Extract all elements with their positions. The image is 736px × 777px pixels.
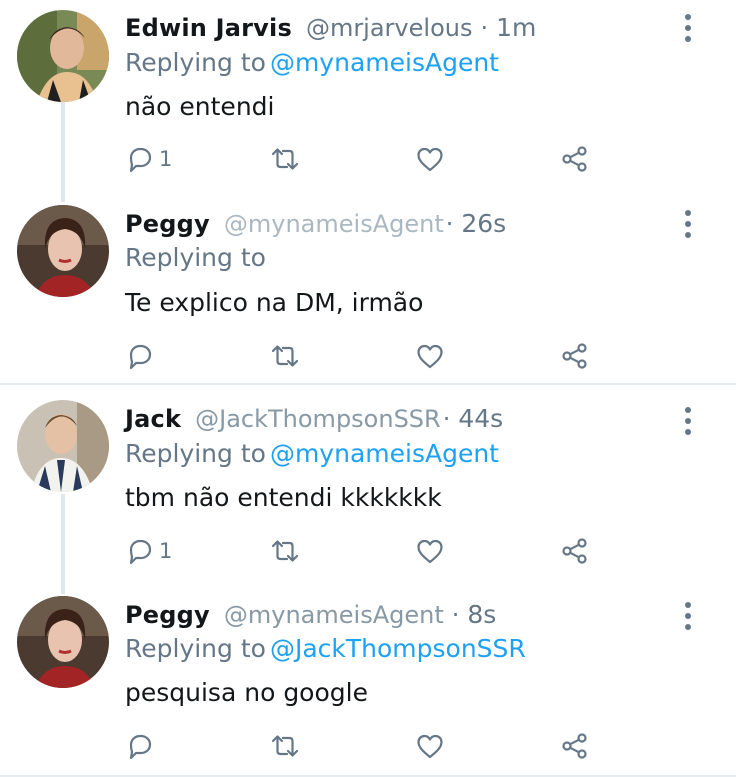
retweet-icon [271,735,299,757]
replying-to: Replying to [125,243,270,273]
share-button[interactable] [560,339,590,373]
timestamp[interactable]: 8s [467,600,496,629]
share-icon [562,538,587,564]
like-button[interactable] [415,729,445,763]
avatar[interactable] [17,10,109,102]
heart-icon [417,344,443,369]
avatar[interactable] [17,400,109,492]
reply-icon [129,147,152,173]
author-handle[interactable]: @mynameisAgent [224,210,444,238]
more-vertical-icon[interactable] [680,14,696,42]
separator-dot: · [445,210,454,238]
more-vertical-icon[interactable] [680,602,696,630]
replying-label: Replying to [125,634,266,663]
mention-link[interactable]: @mynameisAgent [270,439,499,468]
tweet[interactable]: Peggy @mynameisAgent· 26s Replying to Te e… [0,196,736,383]
divider [0,383,736,385]
share-button[interactable] [560,142,590,176]
retweet-button[interactable] [270,534,300,568]
reply-count: 1 [159,539,173,563]
tweet[interactable]: Peggy @mynameisAgent · 8s Replying to @JackT… [0,588,736,775]
tweet-actions: 1 [125,534,605,568]
tweet[interactable]: Edwin Jarvis @mrjarvelous · 1m Replying to @… [0,0,736,195]
separator-dot: · [442,405,451,433]
tweet[interactable]: Jack @JackThompsonSSR· 44s Replying to @myn… [0,392,736,587]
retweet-icon [271,345,299,367]
tweet-text: tbm não entendi kkkkkkk [125,483,442,512]
separator-dot: · [451,601,460,629]
replying-to: Replying to @mynameisAgent [125,439,499,469]
mention-link[interactable]: @mynameisAgent [270,48,499,77]
author-name[interactable]: Peggy [125,601,210,629]
replying-to: Replying to @mynameisAgent [125,48,499,78]
reply-button[interactable]: 1 [125,534,172,568]
mention-link[interactable]: @JackThompsonSSR [270,634,526,663]
share-icon [562,146,587,172]
tweet-text: não entendi [125,92,275,121]
retweet-button[interactable] [270,729,300,763]
reply-icon [129,734,152,760]
replying-label: Replying to [125,48,266,77]
timestamp[interactable]: 1m [496,13,536,42]
share-button[interactable] [560,534,590,568]
author-name[interactable]: Edwin Jarvis [125,14,292,42]
author-name[interactable]: Jack [125,405,181,433]
heart-icon [417,539,443,564]
reply-button[interactable]: 1 [125,142,172,176]
timestamp[interactable]: 26s [461,209,506,238]
more-vertical-icon[interactable] [680,407,696,435]
like-button[interactable] [415,339,445,373]
heart-icon [417,147,443,172]
tweet-actions [125,339,605,373]
reply-icon [129,539,152,565]
share-button[interactable] [560,729,590,763]
author-handle[interactable]: @mrjarvelous [306,14,473,42]
reply-count: 1 [159,147,173,171]
heart-icon [417,734,443,759]
retweet-button[interactable] [270,142,300,176]
share-icon [562,733,587,759]
reply-button[interactable] [125,729,159,763]
avatar[interactable] [17,596,109,688]
author-handle[interactable]: @mynameisAgent [224,601,444,629]
reply-button[interactable] [125,339,159,373]
tweet-text: Te explico na DM, irmão [125,288,424,317]
tweet-actions [125,729,605,763]
replying-label: Replying to [125,439,266,468]
like-button[interactable] [415,142,445,176]
author-handle[interactable]: @JackThompsonSSR [195,405,441,433]
tweet-actions: 1 [125,142,605,176]
tweet-text: pesquisa no google [125,678,368,707]
like-button[interactable] [415,534,445,568]
timestamp[interactable]: 44s [458,404,503,433]
retweet-icon [271,540,299,562]
avatar[interactable] [17,205,109,297]
more-vertical-icon[interactable] [680,210,696,238]
share-icon [562,343,587,369]
replying-label: Replying to [125,243,266,272]
author-name[interactable]: Peggy [125,210,210,238]
retweet-button[interactable] [270,339,300,373]
reply-icon [129,344,152,370]
separator-dot: · [480,14,489,42]
retweet-icon [271,148,299,170]
replying-to: Replying to @JackThompsonSSR [125,634,526,664]
